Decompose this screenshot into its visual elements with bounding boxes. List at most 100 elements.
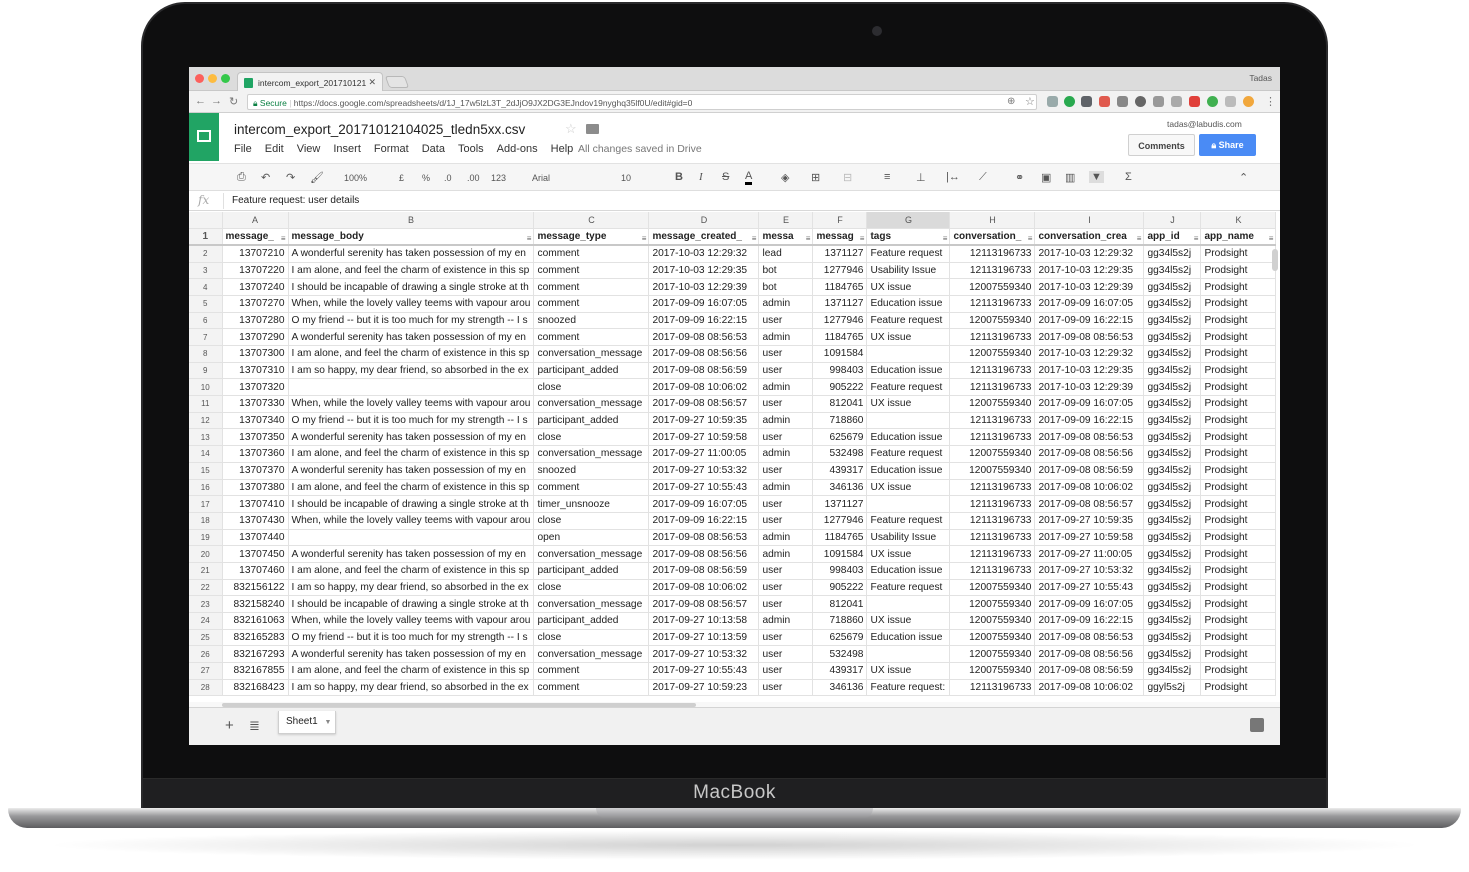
table-cell[interactable]: 2017-09-27 10:53:32 bbox=[1034, 562, 1145, 580]
table-cell[interactable]: 2017-09-08 08:56:56 bbox=[1034, 445, 1145, 463]
table-cell[interactable]: 2017-09-27 10:55:43 bbox=[648, 479, 760, 497]
table-cell[interactable]: I am so happy, my dear friend, so absorb… bbox=[288, 362, 535, 380]
table-cell[interactable]: Feature request bbox=[866, 245, 951, 263]
table-cell[interactable]: Prodsight bbox=[1200, 645, 1277, 664]
table-cell[interactable]: comment bbox=[533, 662, 650, 680]
account-email[interactable]: tadas@labudis.com bbox=[1167, 119, 1242, 129]
menu-tools[interactable]: Tools bbox=[458, 143, 484, 155]
close-window-button[interactable] bbox=[195, 74, 204, 83]
table-cell[interactable]: snoozed bbox=[533, 462, 650, 480]
text-rotate-icon[interactable]: ⟋ bbox=[979, 171, 987, 184]
table-cell[interactable]: 2017-09-08 08:56:59 bbox=[648, 562, 760, 580]
table-cell[interactable]: gg34l5s2j bbox=[1143, 412, 1202, 430]
table-cell[interactable]: 2017-09-08 08:56:57 bbox=[648, 595, 760, 613]
table-cell[interactable]: admin bbox=[758, 328, 814, 346]
header-cell[interactable]: message_type ≡ bbox=[533, 228, 650, 247]
table-cell[interactable]: A wonderful serenity has taken possessio… bbox=[288, 245, 535, 263]
table-cell[interactable]: conversation_message bbox=[533, 395, 650, 413]
table-cell[interactable]: 2017-09-08 10:06:02 bbox=[1034, 679, 1145, 697]
reload-icon[interactable]: ↻ bbox=[229, 95, 238, 108]
table-cell[interactable]: Prodsight bbox=[1200, 495, 1277, 513]
table-cell[interactable]: I should be incapable of drawing a singl… bbox=[288, 495, 535, 513]
moon-icon[interactable] bbox=[1135, 96, 1146, 107]
new-tab-button[interactable] bbox=[384, 76, 410, 88]
table-cell[interactable]: 2017-09-27 10:59:23 bbox=[648, 679, 760, 697]
table-cell[interactable]: conversation_message bbox=[533, 595, 650, 613]
table-cell[interactable]: 2017-09-09 16:07:05 bbox=[1034, 295, 1145, 313]
text-wrap-icon[interactable]: |↔ bbox=[946, 171, 960, 183]
table-cell[interactable]: A wonderful serenity has taken possessio… bbox=[288, 645, 535, 664]
column-header[interactable]: G bbox=[866, 212, 951, 230]
table-cell[interactable]: 12007559340 bbox=[949, 595, 1036, 613]
table-cell[interactable]: admin bbox=[758, 529, 814, 547]
header-cell[interactable]: message_ ≡ bbox=[222, 228, 289, 247]
table-cell[interactable]: UX issue bbox=[866, 328, 951, 346]
table-cell[interactable]: user bbox=[758, 645, 814, 664]
menu-help[interactable]: Help bbox=[551, 143, 574, 155]
table-cell[interactable]: 12007559340 bbox=[949, 345, 1036, 363]
table-cell[interactable]: When, while the lovely valley teems with… bbox=[288, 295, 535, 313]
column-header[interactable]: K bbox=[1200, 212, 1277, 230]
table-cell[interactable]: 832167855 bbox=[222, 662, 289, 680]
table-cell[interactable]: 13707360 bbox=[222, 445, 289, 463]
table-cell[interactable]: ggyl5s2j bbox=[1143, 679, 1202, 697]
table-cell[interactable]: A wonderful serenity has taken possessio… bbox=[288, 428, 535, 447]
table-cell[interactable]: 2017-09-09 16:07:05 bbox=[1034, 395, 1145, 413]
folder-icon[interactable] bbox=[586, 124, 599, 134]
table-cell[interactable]: participant_added bbox=[533, 612, 650, 630]
table-cell[interactable]: 13707220 bbox=[222, 262, 289, 280]
table-cell[interactable]: 2017-09-08 08:56:53 bbox=[648, 529, 760, 547]
table-cell[interactable]: Prodsight bbox=[1200, 679, 1277, 697]
table-cell[interactable]: comment bbox=[533, 479, 650, 497]
table-cell[interactable]: 13707450 bbox=[222, 545, 289, 563]
table-cell[interactable]: A wonderful serenity has taken possessio… bbox=[288, 328, 535, 346]
table-cell[interactable]: 2017-10-03 12:29:32 bbox=[648, 245, 760, 263]
table-cell[interactable]: Feature request bbox=[866, 512, 951, 530]
table-cell[interactable]: Prodsight bbox=[1200, 428, 1277, 447]
all-sheets-icon[interactable]: ≣ bbox=[249, 718, 260, 734]
collapse-chevron-up-icon[interactable]: ⌃ bbox=[1239, 171, 1248, 184]
row-number[interactable]: 6 bbox=[189, 312, 223, 330]
table-cell[interactable]: 13707430 bbox=[222, 512, 289, 530]
table-cell[interactable]: 1371127 bbox=[812, 295, 868, 313]
table-cell[interactable]: 2017-09-27 10:59:35 bbox=[648, 412, 760, 430]
table-cell[interactable]: 625679 bbox=[812, 629, 868, 647]
table-cell[interactable]: user bbox=[758, 579, 814, 597]
table-cell[interactable]: 2017-09-08 08:56:53 bbox=[1034, 428, 1145, 447]
table-cell[interactable]: 1371127 bbox=[812, 245, 868, 263]
table-cell[interactable]: 2017-09-09 16:22:15 bbox=[1034, 412, 1145, 430]
table-cell[interactable]: 13707240 bbox=[222, 278, 289, 296]
table-cell[interactable] bbox=[866, 495, 951, 513]
table-cell[interactable]: 12007559340 bbox=[949, 278, 1036, 296]
currency-format-button[interactable]: £ bbox=[399, 173, 404, 183]
table-cell[interactable]: comment bbox=[533, 679, 650, 697]
row-number[interactable]: 4 bbox=[189, 278, 223, 296]
table-cell[interactable]: close bbox=[533, 512, 650, 530]
table-cell[interactable]: 13707370 bbox=[222, 462, 289, 480]
table-cell[interactable]: Prodsight bbox=[1200, 378, 1277, 397]
table-cell[interactable]: 2017-10-03 12:29:39 bbox=[1034, 378, 1145, 397]
table-cell[interactable]: conversation_message bbox=[533, 345, 650, 363]
comment-icon[interactable]: ▣ bbox=[1041, 171, 1051, 184]
table-cell[interactable]: 12007559340 bbox=[949, 395, 1036, 413]
percent-format-button[interactable]: % bbox=[422, 173, 430, 183]
table-cell[interactable]: 12007559340 bbox=[949, 662, 1036, 680]
table-cell[interactable]: 2017-10-03 12:29:32 bbox=[1034, 245, 1145, 263]
italic-button[interactable]: I bbox=[699, 171, 703, 183]
row-number[interactable]: 2 bbox=[189, 245, 223, 263]
table-cell[interactable]: Education issue bbox=[866, 562, 951, 580]
table-cell[interactable]: 12007559340 bbox=[949, 612, 1036, 630]
table-cell[interactable]: 13707330 bbox=[222, 395, 289, 413]
table-cell[interactable]: 832156122 bbox=[222, 579, 289, 597]
table-cell[interactable]: lead bbox=[758, 245, 814, 263]
table-cell[interactable]: I am alone, and feel the charm of existe… bbox=[288, 562, 535, 580]
zoom-icon[interactable]: ⊕ bbox=[1007, 96, 1015, 107]
table-cell[interactable]: 13707310 bbox=[222, 362, 289, 380]
table-cell[interactable]: 998403 bbox=[812, 562, 868, 580]
table-cell[interactable]: 812041 bbox=[812, 595, 868, 613]
table-cell[interactable]: 905222 bbox=[812, 378, 868, 397]
table-cell[interactable]: UX issue bbox=[866, 278, 951, 296]
extension-icon[interactable] bbox=[1243, 96, 1254, 107]
table-cell[interactable]: 2017-09-09 16:22:15 bbox=[1034, 312, 1145, 330]
table-cell[interactable]: I am alone, and feel the charm of existe… bbox=[288, 262, 535, 280]
